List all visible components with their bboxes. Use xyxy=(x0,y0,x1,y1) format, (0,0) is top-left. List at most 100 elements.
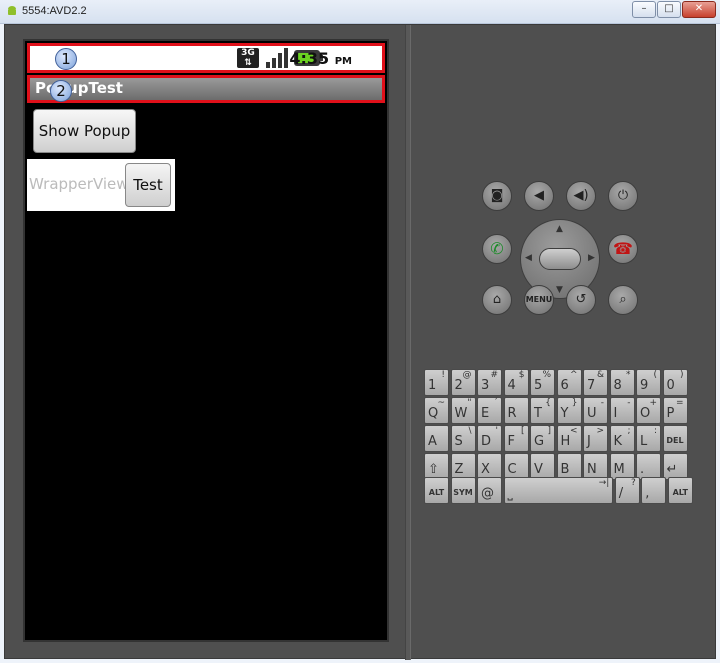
key-row3-7[interactable]: K; xyxy=(609,425,635,452)
camera-icon: ◙ xyxy=(490,188,504,203)
key-row5-1[interactable]: SYM xyxy=(450,477,476,504)
key-row2-3[interactable]: R xyxy=(503,397,529,424)
status-clock: 4:35 PM xyxy=(289,49,352,68)
app-title: PopupTest xyxy=(35,79,123,97)
key-row3-9[interactable]: DEL xyxy=(662,425,688,452)
search-button[interactable]: ⌕ xyxy=(608,285,638,315)
key-row1-7[interactable]: 8 * xyxy=(609,369,635,396)
key-row2-6[interactable]: U- xyxy=(583,397,608,424)
key-row5-4[interactable]: /? xyxy=(614,477,640,504)
key-row3-8[interactable]: L: xyxy=(636,425,661,452)
annotation-marker-2: 2 xyxy=(50,80,72,102)
dpad-down-icon[interactable]: ▼ xyxy=(556,285,563,295)
menu-label: MENU xyxy=(525,295,553,304)
key-row2-2[interactable]: E ´ xyxy=(477,397,502,424)
dpad-left-icon[interactable]: ◀ xyxy=(525,253,532,263)
key-secondary-label: →| xyxy=(598,478,610,488)
back-button[interactable]: ↺ xyxy=(566,285,596,315)
key-row1-6[interactable]: 7 & xyxy=(583,369,608,396)
key-row1-1[interactable]: 2 @ xyxy=(450,369,476,396)
key-label: P xyxy=(666,406,675,421)
key-row2-5[interactable]: Y} xyxy=(556,397,582,424)
clock-time: 4:35 xyxy=(289,49,330,68)
key-row3-6[interactable]: J > xyxy=(583,425,608,452)
key-label: S xyxy=(454,434,463,449)
key-row3-5[interactable]: H < xyxy=(556,425,582,452)
key-row1-0[interactable]: 1! xyxy=(424,369,449,396)
show-popup-button[interactable]: Show Popup xyxy=(33,109,136,153)
key-row4-3[interactable]: C xyxy=(503,453,529,480)
end-call-icon: ☎ xyxy=(613,239,633,258)
key-row4-5[interactable]: B xyxy=(556,453,582,480)
key-row5-3[interactable]: ⎵ →| xyxy=(503,477,614,504)
key-row5-5[interactable]: , xyxy=(641,477,667,504)
power-button[interactable]: ⏻ xyxy=(608,181,638,211)
dpad-up-icon[interactable]: ▲ xyxy=(556,224,563,234)
key-row1-3[interactable]: 4 $ xyxy=(503,369,529,396)
key-label: W xyxy=(454,406,468,421)
key-row2-9[interactable]: P = xyxy=(662,397,688,424)
key-row3-0[interactable]: A xyxy=(424,425,449,452)
key-label: 9 xyxy=(640,378,649,393)
menu-button[interactable]: MENU xyxy=(524,285,554,315)
key-row5-0[interactable]: ALT xyxy=(424,477,449,504)
key-row1-2[interactable]: 3 # xyxy=(477,369,502,396)
key-row1-5[interactable]: 6 ^ xyxy=(556,369,582,396)
key-secondary-label: - xyxy=(627,398,631,408)
key-row2-8[interactable]: O + xyxy=(636,397,661,424)
window-title-bar: 5554:AVD2.2 – □ ✕ xyxy=(0,0,720,24)
key-row1-4[interactable]: 5% xyxy=(530,369,555,396)
key-label: A xyxy=(428,434,437,449)
key-row2-4[interactable]: T{ xyxy=(530,397,555,424)
key-row4-0[interactable]: ⇧ xyxy=(424,453,449,480)
key-row1-9[interactable]: 0) xyxy=(662,369,688,396)
dpad-center-button[interactable] xyxy=(539,248,581,270)
key-row3-1[interactable]: S \ xyxy=(450,425,476,452)
key-row5-2[interactable]: @ xyxy=(477,477,502,504)
key-secondary-label: ) xyxy=(679,370,684,380)
minimize-button[interactable]: – xyxy=(632,1,656,18)
key-secondary-label: } xyxy=(571,398,578,408)
key-secondary-label: ´ xyxy=(493,398,499,408)
key-label: 0 xyxy=(666,378,675,393)
key-row4-8[interactable]: . xyxy=(636,453,661,480)
search-icon: ⌕ xyxy=(619,292,627,307)
key-row2-0[interactable]: Q ~ xyxy=(424,397,449,424)
end-call-button[interactable]: ☎ xyxy=(608,234,638,264)
dpad-right-icon[interactable]: ▶ xyxy=(588,253,595,263)
key-row2-1[interactable]: W " xyxy=(450,397,476,424)
clock-ampm: PM xyxy=(334,56,352,67)
key-label: 6 xyxy=(560,378,569,393)
key-secondary-label: ( xyxy=(653,370,657,380)
key-row3-2[interactable]: D ' xyxy=(477,425,502,452)
key-secondary-label: [ xyxy=(520,426,525,436)
key-label: Y xyxy=(560,406,569,421)
key-label: 8 xyxy=(613,378,622,393)
key-label: 5 xyxy=(534,378,543,393)
key-secondary-label: ? xyxy=(631,478,636,488)
home-button[interactable]: ⌂ xyxy=(482,285,512,315)
key-secondary-label: - xyxy=(600,398,604,408)
test-button[interactable]: Test xyxy=(125,163,171,207)
key-row3-3[interactable]: F[ xyxy=(503,425,529,452)
key-row4-4[interactable]: V xyxy=(530,453,555,480)
key-row4-9[interactable]: ↵ xyxy=(662,453,688,480)
maximize-button[interactable]: □ xyxy=(657,1,681,18)
volume-up-button[interactable]: ◀) xyxy=(566,181,596,211)
key-row1-8[interactable]: 9( xyxy=(636,369,661,396)
call-button[interactable]: ✆ xyxy=(482,234,512,264)
key-row3-4[interactable]: G] xyxy=(530,425,555,452)
key-label: 3 xyxy=(481,378,490,393)
volume-down-button[interactable]: ◀ xyxy=(524,181,554,211)
key-row4-1[interactable]: Z xyxy=(450,453,476,480)
key-row5-6[interactable]: ALT xyxy=(667,477,693,504)
key-row2-7[interactable]: I- xyxy=(609,397,635,424)
key-row4-2[interactable]: X xyxy=(477,453,502,480)
camera-button[interactable]: ◙ xyxy=(482,181,512,211)
key-secondary-label: & xyxy=(596,370,604,380)
key-label: J xyxy=(587,434,591,449)
close-button[interactable]: ✕ xyxy=(682,1,716,18)
key-label: ⎵ xyxy=(507,486,513,501)
key-row4-6[interactable]: N xyxy=(583,453,608,480)
key-row4-7[interactable]: M xyxy=(609,453,635,480)
